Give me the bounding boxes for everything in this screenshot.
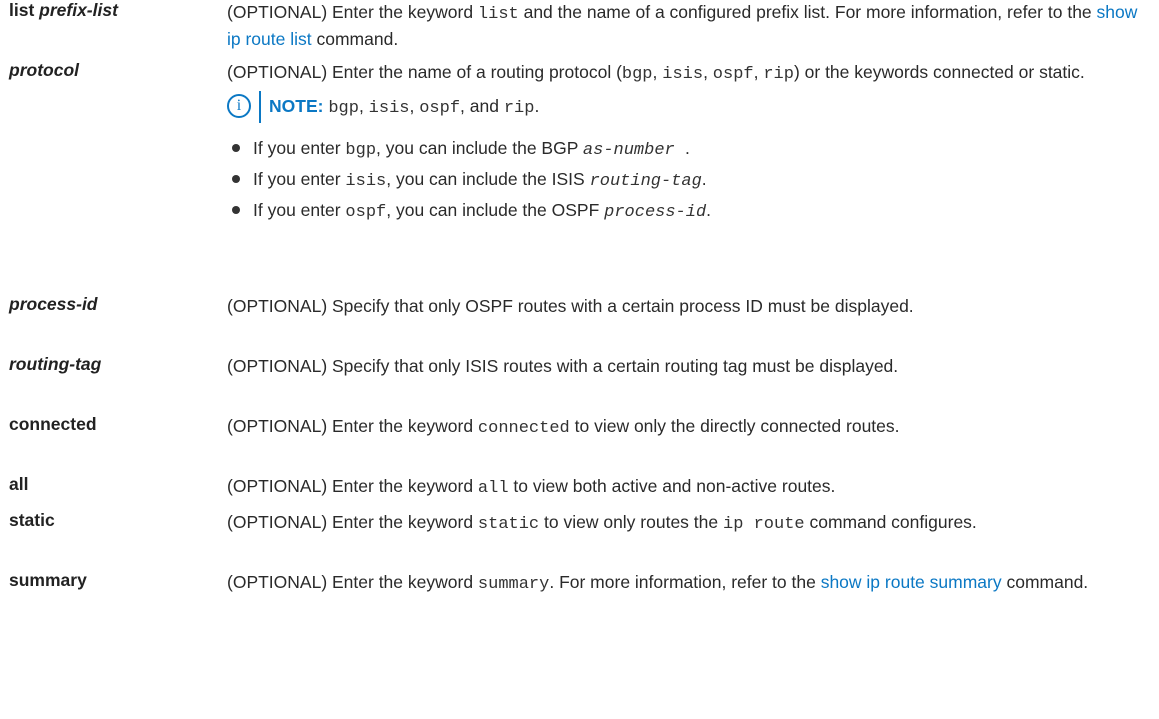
desc-text: ) or the keywords connected or static.	[793, 62, 1085, 82]
separator: ,	[753, 62, 764, 82]
param-name: static	[9, 510, 55, 530]
list-item: If you enter isis, you can include the I…	[227, 167, 1152, 194]
param-description: (OPTIONAL) Enter the keyword static to v…	[227, 510, 1152, 537]
desc-text: (OPTIONAL) Enter the keyword	[227, 476, 478, 496]
param-description: (OPTIONAL) Specify that only OSPF routes…	[227, 296, 914, 316]
item-text: .	[706, 200, 712, 220]
param-variable: process-id	[9, 294, 98, 314]
param-description: (OPTIONAL) Enter the keyword all to view…	[227, 474, 1152, 501]
param-description: (OPTIONAL) Enter the keyword connected t…	[227, 414, 1152, 441]
note-divider	[259, 91, 261, 123]
separator: ,	[652, 62, 663, 82]
code-variable: routing-tag	[589, 172, 702, 191]
param-description: (OPTIONAL) Enter the keyword list and th…	[227, 0, 1152, 51]
separator: ,	[703, 62, 713, 82]
protocol-options-list: If you enter bgp, you can include the BG…	[227, 136, 1152, 225]
param-name: routing-tag	[9, 354, 101, 375]
param-name: list prefix-list	[9, 0, 118, 21]
code-keyword: rip	[763, 65, 794, 84]
item-text: .	[684, 138, 690, 158]
item-text: , you can include the OSPF	[386, 200, 605, 220]
code-keyword: isis	[345, 172, 387, 191]
note-label: NOTE:	[269, 96, 324, 116]
desc-text: (OPTIONAL) Enter the keyword	[227, 416, 478, 436]
desc-text: command configures.	[804, 512, 977, 532]
desc-text: (OPTIONAL) Enter the name of a routing p…	[227, 62, 622, 82]
separator: ,	[358, 96, 369, 116]
bullet-icon	[232, 144, 240, 152]
code-keyword: isis	[662, 65, 704, 84]
item-text: .	[701, 169, 707, 189]
param-name: summary	[9, 570, 87, 590]
param-description: (OPTIONAL) Enter the name of a routing p…	[227, 60, 1152, 229]
code-keyword: ospf	[419, 99, 461, 118]
code-keyword: connected	[477, 419, 570, 438]
desc-text: to view only routes the	[539, 512, 723, 532]
separator: ,	[409, 96, 420, 116]
code-variable: as-number	[582, 141, 685, 160]
param-name: process-id	[9, 294, 98, 315]
bullet-icon	[232, 206, 240, 214]
code-variable: process-id	[604, 203, 707, 222]
param-description: (OPTIONAL) Specify that only ISIS routes…	[227, 356, 899, 376]
code-keyword: bgp	[621, 65, 653, 84]
code-keyword: all	[477, 479, 509, 498]
code-keyword: isis	[368, 99, 410, 118]
code-keyword: static	[477, 515, 540, 534]
desc-text: and the name of a configured prefix list…	[518, 2, 1097, 22]
desc-text: (OPTIONAL) Enter the keyword	[227, 2, 478, 22]
item-text: If you enter	[253, 200, 346, 220]
param-variable: routing-tag	[9, 354, 102, 374]
param-variable: protocol	[9, 60, 79, 80]
desc-text: (OPTIONAL) Enter the keyword	[227, 572, 478, 592]
item-text: , you can include the BGP	[376, 138, 583, 158]
desc-text: command.	[1001, 572, 1089, 592]
note-box: i NOTE: bgp, isis, ospf, and rip.	[227, 91, 1152, 124]
param-name: all	[9, 474, 29, 494]
item-text: If you enter	[253, 169, 346, 189]
code-keyword: ospf	[345, 203, 387, 222]
param-name: connected	[9, 414, 97, 434]
parameter-table: list prefix-list (OPTIONAL) Enter the ke…	[0, 0, 1159, 719]
param-variable: prefix-list	[39, 0, 118, 20]
code-keyword: bgp	[328, 99, 359, 118]
desc-text: command.	[311, 29, 399, 49]
param-description: (OPTIONAL) Enter the keyword summary. Fo…	[227, 570, 1152, 597]
code-keyword: rip	[503, 99, 535, 118]
item-text: If you enter	[253, 138, 346, 158]
list-item: If you enter ospf, you can include the O…	[227, 198, 1152, 225]
code-keyword: summary	[477, 575, 550, 594]
param-keyword: list	[9, 0, 40, 20]
desc-text: . For more information, refer to the	[549, 572, 821, 592]
item-text: , you can include the ISIS	[386, 169, 590, 189]
bullet-icon	[232, 175, 240, 183]
show-ip-route-summary-link[interactable]: show ip route summary	[821, 572, 1002, 592]
desc-text: (OPTIONAL) Enter the keyword	[227, 512, 478, 532]
code-keyword: list	[477, 5, 519, 24]
code-keyword: ip route	[723, 515, 805, 534]
desc-text: to view both active and non-active route…	[508, 476, 836, 496]
param-name: protocol	[9, 60, 79, 81]
note-text: NOTE: bgp, isis, ospf, and rip.	[269, 94, 539, 121]
info-icon: i	[227, 94, 251, 118]
code-keyword: ospf	[712, 65, 754, 84]
separator: .	[534, 96, 540, 116]
code-keyword: bgp	[345, 141, 377, 160]
list-item: If you enter bgp, you can include the BG…	[227, 136, 1152, 163]
desc-text: to view only the directly connected rout…	[569, 416, 900, 436]
separator: , and	[460, 96, 504, 116]
